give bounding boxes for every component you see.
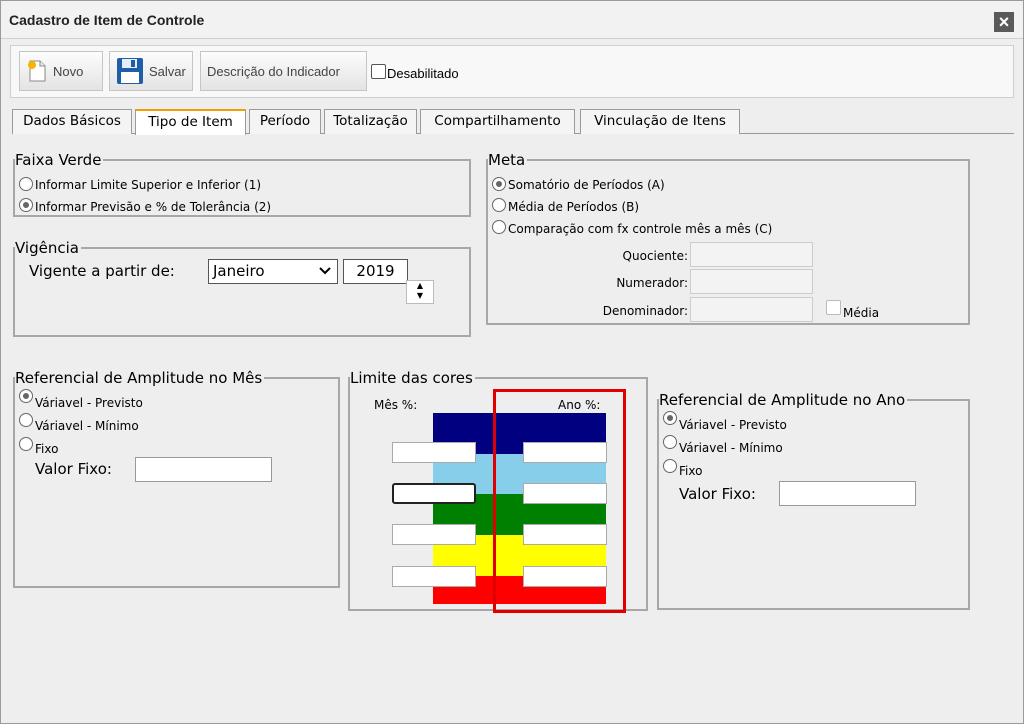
month-percent-label: Mês %: xyxy=(374,398,418,412)
year-fixed-value-label: Valor Fixo: xyxy=(679,485,756,503)
toolbar: Novo Salvar Descrição do Indicador Desab… xyxy=(10,45,1014,98)
tab-period[interactable]: Período xyxy=(249,109,321,134)
close-button[interactable]: × xyxy=(994,12,1014,32)
radio-month-fixed[interactable] xyxy=(19,437,33,451)
goal-legend: Meta xyxy=(488,151,528,169)
floppy-disk-icon xyxy=(117,58,143,84)
spin-down-icon[interactable]: ▼ xyxy=(407,291,433,301)
radio-label: Váriavel - Mínimo xyxy=(679,441,783,455)
tab-bar: Dados Básicos Tipo de Item Período Total… xyxy=(12,109,1014,135)
color-limits-legend: Limite das cores xyxy=(350,369,475,387)
tab-item-linking[interactable]: Vinculação de Itens xyxy=(580,109,740,134)
numerator-input[interactable] xyxy=(690,269,813,294)
radio-label: Váriavel - Mínimo xyxy=(35,419,139,433)
window-title: Cadastro de Item de Controle xyxy=(9,12,205,28)
validity-legend: Vigência xyxy=(15,239,81,257)
green-band-fieldset: Faixa Verde Informar Limite Superior e I… xyxy=(13,151,471,217)
radio-average-periods[interactable] xyxy=(492,198,506,212)
radio-label: Somatório de Períodos (A) xyxy=(508,178,665,192)
radio-label: Váriavel - Previsto xyxy=(679,418,787,432)
year-spinner[interactable]: ▲ ▼ xyxy=(406,280,434,304)
quotient-input[interactable] xyxy=(690,242,813,267)
radio-comparison-monthly[interactable] xyxy=(492,220,506,234)
radio-forecast-tolerance[interactable] xyxy=(19,198,33,212)
month-amplitude-fieldset: Referencial de Amplitude no Mês Váriavel… xyxy=(13,369,340,588)
tab-sharing[interactable]: Compartilhamento xyxy=(420,109,575,134)
numerator-label: Numerador: xyxy=(616,276,688,290)
radio-label: Média de Períodos (B) xyxy=(508,200,640,214)
month-limit-input-1[interactable] xyxy=(392,442,476,463)
month-value: Janeiro xyxy=(213,262,265,280)
radio-label: Fixo xyxy=(679,464,703,478)
year-column-highlight xyxy=(493,389,626,613)
indicator-description-button[interactable]: Descrição do Indicador xyxy=(200,51,367,91)
radio-year-fixed[interactable] xyxy=(663,459,677,473)
disabled-checkbox-wrapper: Desabilitado xyxy=(371,62,459,81)
month-limit-input-2[interactable] xyxy=(392,483,476,504)
quotient-label: Quociente: xyxy=(622,249,688,263)
year-amplitude-legend: Referencial de Amplitude no Ano xyxy=(659,391,908,409)
radio-sum-periods[interactable] xyxy=(492,177,506,191)
year-amplitude-fieldset: Referencial de Amplitude no Ano Váriavel… xyxy=(657,391,970,610)
month-fixed-value-input[interactable] xyxy=(135,457,272,482)
disabled-label: Desabilitado xyxy=(387,66,459,81)
denominator-label: Denominador: xyxy=(602,304,688,318)
disabled-checkbox[interactable] xyxy=(371,64,386,79)
validity-fieldset: Vigência Vigente a partir de: Janeiro 20… xyxy=(13,239,471,337)
new-document-icon xyxy=(28,60,46,82)
effective-from-label: Vigente a partir de: xyxy=(29,262,175,280)
radio-label: Informar Limite Superior e Inferior (1) xyxy=(35,178,262,192)
radio-label: Fixo xyxy=(35,442,59,456)
green-band-legend: Faixa Verde xyxy=(15,151,104,169)
month-amplitude-legend: Referencial de Amplitude no Mês xyxy=(15,369,265,387)
month-limit-input-4[interactable] xyxy=(392,566,476,587)
indicator-description-label: Descrição do Indicador xyxy=(207,63,340,79)
spin-up-icon[interactable]: ▲ xyxy=(407,281,433,291)
new-button[interactable]: Novo xyxy=(19,51,103,91)
radio-label: Informar Previsão e % de Tolerância (2) xyxy=(35,200,272,214)
new-button-label: Novo xyxy=(53,63,84,79)
average-checkbox[interactable] xyxy=(826,300,841,315)
radio-year-variable-minimum[interactable] xyxy=(663,435,677,449)
radio-label: Váriavel - Previsto xyxy=(35,396,143,410)
radio-month-variable-minimum[interactable] xyxy=(19,413,33,427)
save-button-label: Salvar xyxy=(149,63,186,79)
tab-basic-data[interactable]: Dados Básicos xyxy=(12,109,132,134)
month-limit-input-3[interactable] xyxy=(392,524,476,545)
month-select[interactable]: Janeiro xyxy=(208,259,338,284)
save-button[interactable]: Salvar xyxy=(109,51,193,91)
radio-label: Comparação com fx controle mês a mês (C) xyxy=(508,222,773,236)
denominator-input[interactable] xyxy=(690,297,813,322)
tab-totalization[interactable]: Totalização xyxy=(324,109,417,134)
month-fixed-value-label: Valor Fixo: xyxy=(35,460,112,478)
radio-month-variable-forecast[interactable] xyxy=(19,389,33,403)
radio-limits-upper-lower[interactable] xyxy=(19,177,33,191)
tab-item-type[interactable]: Tipo de Item xyxy=(135,109,246,135)
chevron-down-icon xyxy=(319,267,331,275)
average-label: Média xyxy=(843,306,880,320)
year-fixed-value-input[interactable] xyxy=(779,481,916,506)
radio-year-variable-forecast[interactable] xyxy=(663,411,677,425)
goal-fieldset: Meta Somatório de Períodos (A) Média de … xyxy=(486,151,970,325)
dialog-window: Cadastro de Item de Controle × Novo Salv… xyxy=(0,0,1024,724)
year-input[interactable]: 2019 xyxy=(343,259,408,284)
title-bar: Cadastro de Item de Controle × xyxy=(1,1,1023,39)
